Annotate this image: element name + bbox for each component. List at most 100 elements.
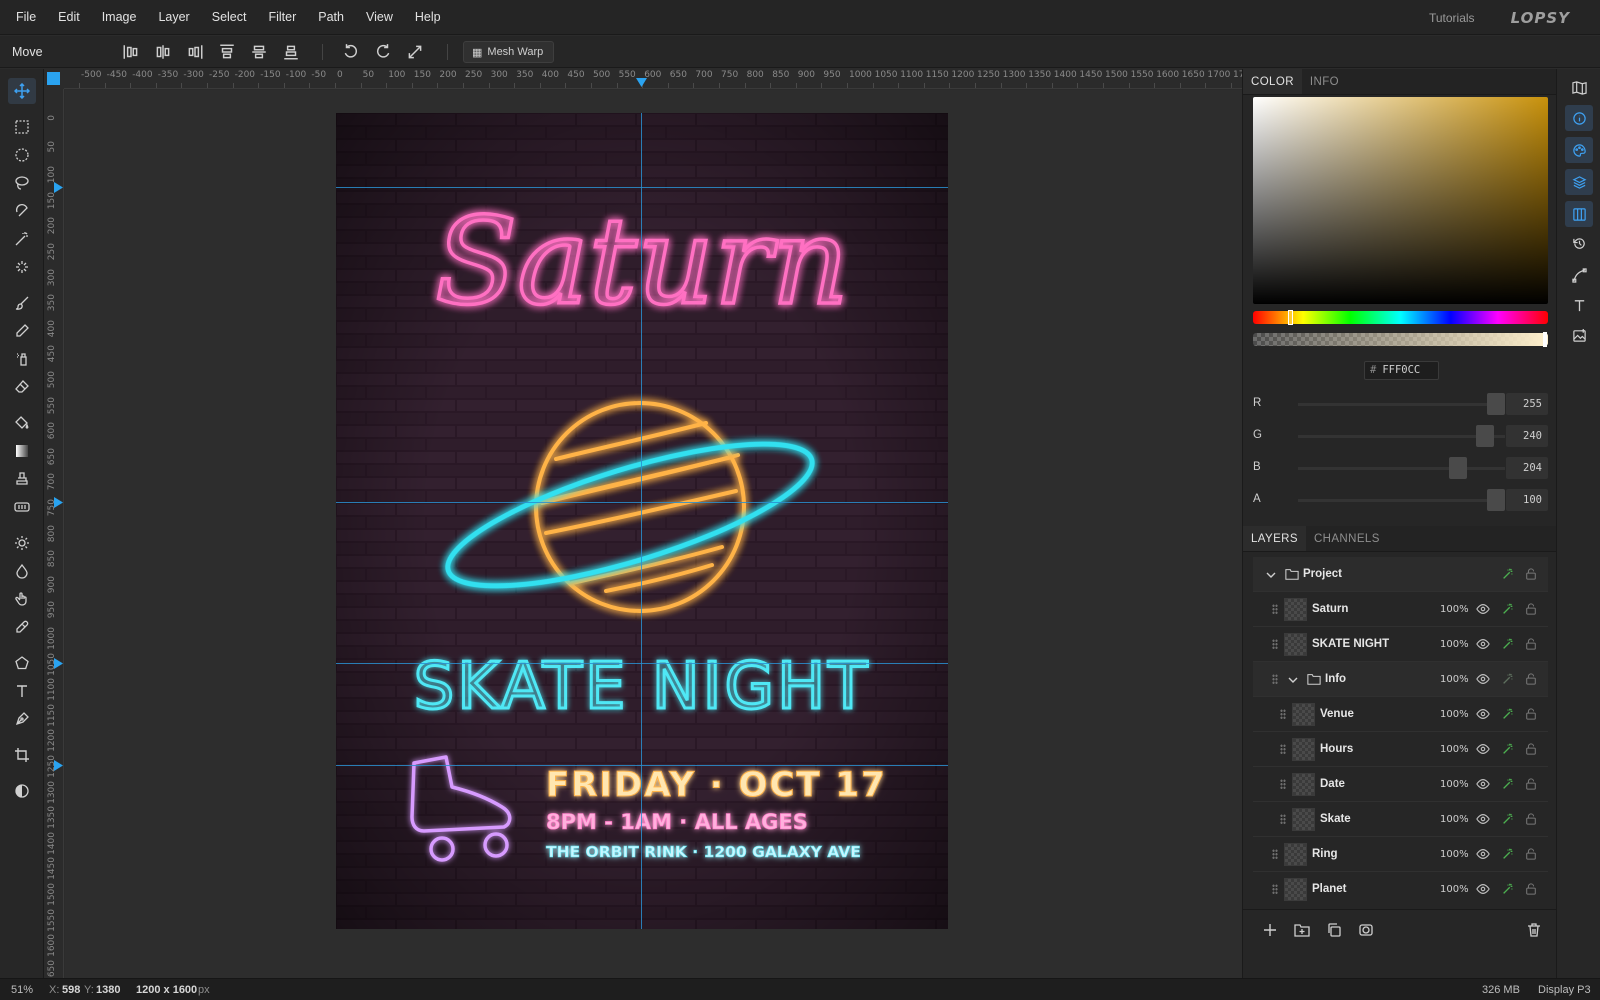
paths-icon[interactable]	[1569, 265, 1589, 285]
magic-wand-icon[interactable]	[12, 229, 32, 249]
contrast-icon[interactable]	[12, 781, 32, 801]
stamp-icon[interactable]	[12, 469, 32, 489]
tab-layers[interactable]: LAYERS	[1243, 526, 1306, 551]
align-right-icon[interactable]	[186, 43, 204, 61]
navigator-icon[interactable]	[1569, 77, 1589, 97]
channel-knob[interactable]	[1487, 489, 1505, 511]
patch-icon[interactable]	[12, 497, 32, 517]
dodge-icon[interactable]	[12, 533, 32, 553]
layer-name[interactable]: Planet	[1312, 883, 1347, 895]
layer-opacity[interactable]: 100%	[1440, 674, 1469, 685]
menu-layer[interactable]: Layer	[158, 10, 189, 24]
expand-icon[interactable]	[406, 43, 424, 61]
hex-input[interactable]: # FFF0CC	[1364, 361, 1439, 380]
drag-handle-icon[interactable]	[1272, 884, 1278, 895]
color-panel-icon[interactable]	[1565, 137, 1593, 163]
layer-row-project[interactable]: Project	[1253, 557, 1548, 592]
saturation-value-picker[interactable]	[1253, 97, 1548, 304]
add-group-icon[interactable]	[1294, 922, 1310, 938]
blur-icon[interactable]	[12, 561, 32, 581]
menu-image[interactable]: Image	[102, 10, 137, 24]
channel-value-input[interactable]: 255	[1506, 393, 1548, 415]
character-icon[interactable]	[1569, 295, 1589, 315]
brush-icon[interactable]	[12, 293, 32, 313]
layer-name[interactable]: Ring	[1312, 848, 1338, 860]
lock-icon[interactable]	[1525, 847, 1537, 861]
layers-panel-icon[interactable]	[1565, 169, 1593, 195]
channels-panel-icon[interactable]	[1565, 201, 1593, 227]
channel-value-input[interactable]: 240	[1506, 425, 1548, 447]
chevron-down-icon[interactable]	[1287, 674, 1299, 686]
align-middle-v-icon[interactable]	[250, 43, 268, 61]
menu-select[interactable]: Select	[212, 10, 247, 24]
lock-icon[interactable]	[1525, 602, 1537, 616]
effects-icon[interactable]	[1501, 602, 1515, 616]
hue-handle[interactable]	[1287, 310, 1293, 325]
text-tool-icon[interactable]	[12, 681, 32, 701]
eye-icon[interactable]	[1476, 742, 1490, 756]
guide-marker-top[interactable]	[636, 78, 647, 87]
menu-file[interactable]: File	[16, 10, 36, 24]
layer-row-date[interactable]: Date 100%	[1253, 767, 1548, 802]
history-icon[interactable]	[1569, 233, 1589, 253]
lock-icon[interactable]	[1525, 742, 1537, 756]
effects-icon[interactable]	[1501, 707, 1515, 721]
layer-name[interactable]: Date	[1320, 778, 1345, 790]
mesh-warp-button[interactable]: ▦ Mesh Warp	[463, 41, 554, 63]
duplicate-layer-icon[interactable]	[1326, 922, 1342, 938]
eye-icon[interactable]	[1476, 777, 1490, 791]
gradient-icon[interactable]	[12, 441, 32, 461]
layer-row-skate[interactable]: Skate 100%	[1253, 802, 1548, 837]
layer-name[interactable]: Venue	[1320, 708, 1354, 720]
layer-opacity[interactable]: 100%	[1440, 709, 1469, 720]
document-canvas[interactable]: Saturn SKATE NIGHT FRIDAY · OCT 17 8PM -…	[336, 113, 948, 929]
layer-row-venue[interactable]: Venue 100%	[1253, 697, 1548, 732]
layer-name[interactable]: Saturn	[1312, 603, 1348, 615]
delete-layer-icon[interactable]	[1526, 922, 1542, 938]
menu-view[interactable]: View	[366, 10, 393, 24]
drag-handle-icon[interactable]	[1272, 604, 1278, 615]
menu-help[interactable]: Help	[415, 10, 441, 24]
guide-vertical[interactable]	[641, 113, 642, 929]
effects-icon[interactable]	[1501, 567, 1515, 581]
image-adjust-icon[interactable]	[1569, 325, 1589, 345]
tab-channels[interactable]: CHANNELS	[1306, 526, 1388, 551]
effects-icon[interactable]	[1501, 637, 1515, 651]
drag-handle-icon[interactable]	[1280, 744, 1286, 755]
channel-track[interactable]	[1298, 435, 1505, 438]
effects-icon[interactable]	[1501, 882, 1515, 896]
layer-name[interactable]: Project	[1303, 568, 1342, 580]
drag-handle-icon[interactable]	[1272, 639, 1278, 650]
tab-info[interactable]: INFO	[1302, 69, 1347, 94]
guide-horizontal[interactable]	[336, 765, 948, 766]
align-top-icon[interactable]	[218, 43, 236, 61]
guide-horizontal[interactable]	[336, 663, 948, 664]
guide-marker-left[interactable]	[54, 497, 63, 508]
lock-icon[interactable]	[1525, 882, 1537, 896]
zoom-level[interactable]: 51%	[11, 984, 33, 996]
alpha-slider[interactable]	[1253, 332, 1548, 347]
eye-icon[interactable]	[1476, 812, 1490, 826]
drag-handle-icon[interactable]	[1280, 709, 1286, 720]
layer-opacity[interactable]: 100%	[1440, 639, 1469, 650]
smudge-icon[interactable]	[12, 589, 32, 609]
layer-opacity[interactable]: 100%	[1440, 849, 1469, 860]
eye-icon[interactable]	[1476, 602, 1490, 616]
align-left-icon[interactable]	[122, 43, 140, 61]
eraser-icon[interactable]	[12, 377, 32, 397]
layer-opacity[interactable]: 100%	[1440, 744, 1469, 755]
align-bottom-icon[interactable]	[282, 43, 300, 61]
guide-marker-left[interactable]	[54, 182, 63, 193]
lock-icon[interactable]	[1525, 777, 1537, 791]
effects-icon[interactable]	[1501, 847, 1515, 861]
add-layer-icon[interactable]	[1262, 922, 1278, 938]
mask-layer-icon[interactable]	[1358, 922, 1374, 938]
layer-name[interactable]: Skate	[1320, 813, 1351, 825]
eye-icon[interactable]	[1476, 707, 1490, 721]
lock-icon[interactable]	[1525, 812, 1537, 826]
chevron-down-icon[interactable]	[1265, 569, 1277, 581]
lock-icon[interactable]	[1525, 637, 1537, 651]
align-center-h-icon[interactable]	[154, 43, 172, 61]
effects-icon[interactable]	[1501, 742, 1515, 756]
guide-marker-left[interactable]	[54, 658, 63, 669]
